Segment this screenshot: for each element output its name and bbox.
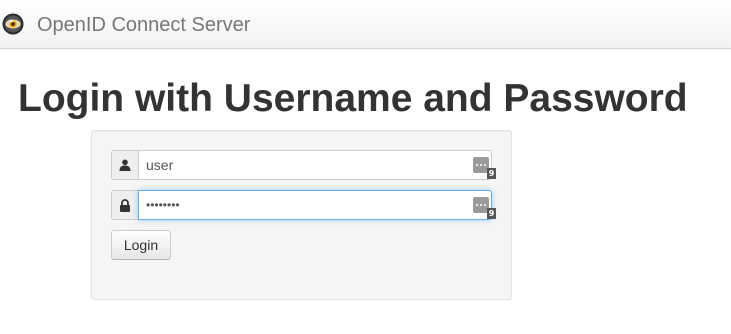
- top-navbar: OpenID Connect Server: [0, 0, 731, 49]
- username-value: user: [146, 157, 174, 173]
- password-masked-value: ••••••••: [146, 198, 180, 212]
- password-addon: [111, 190, 138, 220]
- login-button[interactable]: Login: [111, 230, 171, 260]
- username-addon: [111, 150, 138, 180]
- page-title: Login with Username and Password: [18, 77, 688, 120]
- user-icon: [119, 159, 131, 171]
- lock-icon: [120, 198, 130, 212]
- password-field[interactable]: [138, 190, 492, 220]
- password-manager-count-badge: 9: [487, 208, 496, 219]
- password-manager-count-badge: 9: [487, 168, 496, 179]
- username-field[interactable]: [138, 150, 492, 180]
- openid-logo-icon: [2, 13, 24, 35]
- brand-title[interactable]: OpenID Connect Server: [37, 13, 250, 37]
- username-input-group: user 9: [111, 150, 496, 180]
- password-input-group: •••••••• 9: [111, 190, 496, 220]
